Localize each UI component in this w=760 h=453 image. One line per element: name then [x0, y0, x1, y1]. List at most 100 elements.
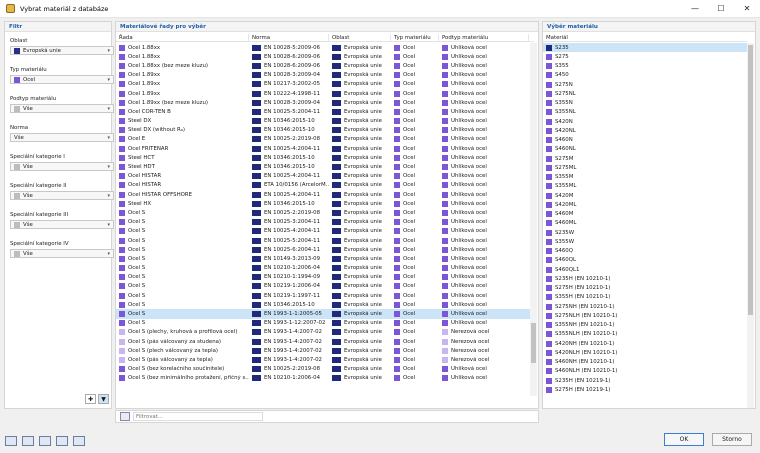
pin-icon[interactable]: ✚: [85, 394, 96, 404]
filter-select[interactable]: Vše ▾: [10, 249, 114, 258]
table-row[interactable]: Ocel 1.88xx (bez meze kluzu) EN 10028-6:2…: [116, 61, 531, 70]
table-row[interactable]: Ocel 1.88xx EN 10028-5:2009-06 Evropská un…: [116, 43, 531, 52]
material-scroll-thumb[interactable]: [748, 45, 753, 315]
list-item[interactable]: S235H (EN 10210-1): [543, 274, 747, 283]
table-row[interactable]: Ocel S EN 1993-1-12:2007-02 Evropská unie O…: [116, 319, 531, 328]
series-filter-input[interactable]: [133, 412, 263, 421]
column-header-series[interactable]: Řada: [116, 34, 249, 41]
table-row[interactable]: Ocel COR-TEN B EN 10025-5:2004-11 Evropská…: [116, 107, 531, 116]
maximize-button[interactable]: ☐: [708, 0, 734, 18]
table-row[interactable]: Ocel 1.88xx EN 10028-6:2009-06 Evropská un…: [116, 52, 531, 61]
table-row[interactable]: Ocel S EN 10025-4:2004-11 Evropská unie Oce…: [116, 227, 531, 236]
list-item[interactable]: S275M: [543, 154, 747, 163]
list-item[interactable]: S460NLH (EN 10210-1): [543, 367, 747, 376]
table-row[interactable]: Ocel HISTAR ETA 10/0156 (ArcelorM... Evrop…: [116, 181, 531, 190]
chevron-down-icon[interactable]: ▾: [107, 163, 110, 171]
filter-select[interactable]: Vše ▾: [10, 162, 114, 171]
table-row[interactable]: Ocel S EN 10219-1:1997-11 Evropská unie Oce…: [116, 291, 531, 300]
column-header-material-subtype[interactable]: Podtyp materiálu: [439, 34, 529, 41]
table-row[interactable]: Ocel S EN 10025-2:2019-08 Evropská unie Oce…: [116, 208, 531, 217]
list-item[interactable]: S235H (EN 10219-1): [543, 376, 747, 385]
list-item[interactable]: S355N: [543, 99, 747, 108]
filter-select[interactable]: Vše ▾: [10, 104, 114, 113]
column-header-material[interactable]: Materiál: [543, 34, 747, 42]
table-row[interactable]: Steel HX EN 10346:2015-10 Evropská unie Oce…: [116, 199, 531, 208]
table-row[interactable]: Ocel HISTAR OFFSHORE EN 10025-4:2004-11 Ev…: [116, 190, 531, 199]
list-item[interactable]: S355M: [543, 173, 747, 182]
library-icon[interactable]: [56, 435, 68, 446]
filter-select[interactable]: Ocel ▾: [10, 75, 114, 84]
table-row[interactable]: Ocel S (bez korelačního součinitele) EN 1…: [116, 365, 531, 374]
table-row[interactable]: Steel HCT EN 10346:2015-10 Evropská unie Oc…: [116, 153, 531, 162]
table-filter-icon[interactable]: [120, 412, 130, 421]
list-item[interactable]: S420M: [543, 191, 747, 200]
filter-select[interactable]: Vše ▾: [10, 191, 114, 200]
import-icon[interactable]: [39, 435, 51, 446]
chevron-down-icon[interactable]: ▾: [107, 221, 110, 229]
table-row[interactable]: Ocel S EN 10210-1:1994-09 Evropská unie Oce…: [116, 273, 531, 282]
material-scrollbar[interactable]: [747, 43, 754, 408]
table-row[interactable]: Ocel S EN 10219-1:2006-04 Evropská unie Oce…: [116, 282, 531, 291]
list-item[interactable]: S355NH (EN 10210-1): [543, 321, 747, 330]
list-item[interactable]: S275NL: [543, 89, 747, 98]
units-icon[interactable]: [22, 435, 34, 446]
list-item[interactable]: S275ML: [543, 163, 747, 172]
list-item[interactable]: S235W: [543, 228, 747, 237]
list-item[interactable]: S275NLH (EN 10210-1): [543, 311, 747, 320]
chevron-down-icon[interactable]: ▾: [107, 192, 110, 200]
list-item[interactable]: S235: [543, 43, 747, 53]
list-item[interactable]: S460N: [543, 136, 747, 145]
table-row[interactable]: Ocel S EN 10346:2015-10 Evropská unie Ocel U…: [116, 300, 531, 309]
list-item[interactable]: S275H (EN 10219-1): [543, 385, 747, 394]
column-header-material-type[interactable]: Typ materiálu: [391, 34, 439, 41]
list-item[interactable]: S460QL1: [543, 265, 747, 274]
list-item[interactable]: S460QL: [543, 256, 747, 265]
table-row[interactable]: Steel HDT EN 10346:2015-10 Evropská unie Oc…: [116, 162, 531, 171]
filter-select[interactable]: Vše ▾: [10, 133, 114, 142]
minimize-button[interactable]: —: [682, 0, 708, 18]
table-row[interactable]: Ocel S (pás válcovaný za studena) EN 1993…: [116, 337, 531, 346]
list-item[interactable]: S420NL: [543, 126, 747, 135]
settings-icon[interactable]: [73, 435, 85, 446]
list-item[interactable]: S460ML: [543, 219, 747, 228]
table-row[interactable]: Ocel S EN 1993-1-1:2005-05 Evropská unie Oc…: [116, 309, 531, 319]
table-row[interactable]: Ocel S EN 10025-5:2004-11 Evropská unie Oce…: [116, 236, 531, 245]
table-row[interactable]: Ocel S EN 10149-3:2013-09 Evropská unie Oce…: [116, 254, 531, 263]
list-item[interactable]: S355NLH (EN 10210-1): [543, 330, 747, 339]
close-button[interactable]: ✕: [734, 0, 760, 18]
chevron-down-icon[interactable]: ▾: [107, 47, 110, 55]
filter-select[interactable]: Vše ▾: [10, 220, 114, 229]
table-row[interactable]: Ocel 1.89xx EN 10217-3:2002-05 Evropská un…: [116, 80, 531, 89]
list-item[interactable]: S460M: [543, 210, 747, 219]
list-item[interactable]: S355: [543, 62, 747, 71]
list-item[interactable]: S420N: [543, 117, 747, 126]
cancel-button[interactable]: Storno: [712, 433, 752, 446]
table-row[interactable]: Steel DX (without Rₐ) EN 10346:2015-10 Evr…: [116, 126, 531, 135]
table-row[interactable]: Ocel S EN 10210-1:2006-04 Evropská unie Oce…: [116, 264, 531, 273]
list-item[interactable]: S460NH (EN 10210-1): [543, 358, 747, 367]
table-row[interactable]: Ocel S (bez minimálního protažení, příčn…: [116, 374, 531, 383]
list-item[interactable]: S420NH (EN 10210-1): [543, 339, 747, 348]
ok-button[interactable]: OK: [664, 433, 704, 446]
filter-select[interactable]: Evropská unie ▾: [10, 46, 114, 55]
column-header-standard[interactable]: Norma: [249, 34, 329, 41]
list-item[interactable]: S355W: [543, 237, 747, 246]
table-row[interactable]: Ocel S EN 10025-6:2004-11 Evropská unie Oce…: [116, 245, 531, 254]
table-row[interactable]: Ocel E EN 10025-2:2019-08 Evropská unie Oce…: [116, 135, 531, 144]
search-icon[interactable]: [5, 435, 17, 446]
table-row[interactable]: Ocel 1.89xx EN 10222-4:1998-11 Evropská un…: [116, 89, 531, 98]
list-item[interactable]: S460NL: [543, 145, 747, 154]
list-item[interactable]: S355NL: [543, 108, 747, 117]
chevron-down-icon[interactable]: ▾: [107, 105, 110, 113]
column-header-region[interactable]: Oblast: [329, 34, 391, 41]
series-scrollbar[interactable]: [530, 43, 537, 396]
list-item[interactable]: S275: [543, 52, 747, 61]
table-row[interactable]: Steel DX EN 10346:2015-10 Evropská unie Oce…: [116, 117, 531, 126]
table-row[interactable]: Ocel 1.89xx EN 10028-3:2009-04 Evropská un…: [116, 71, 531, 80]
list-item[interactable]: S275N: [543, 80, 747, 89]
list-item[interactable]: S420NLH (EN 10210-1): [543, 348, 747, 357]
table-row[interactable]: Ocel S (plech válcovaný za tepla) EN 1993…: [116, 346, 531, 355]
list-item[interactable]: S420ML: [543, 200, 747, 209]
chevron-down-icon[interactable]: ▾: [107, 250, 110, 258]
table-row[interactable]: Ocel 1.89xx (bez meze kluzu) EN 10028-3:2…: [116, 98, 531, 107]
